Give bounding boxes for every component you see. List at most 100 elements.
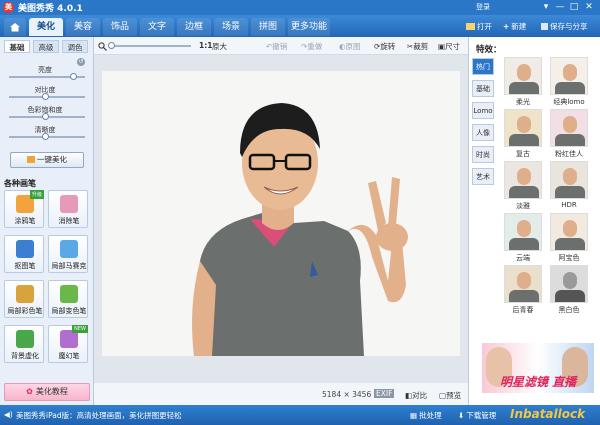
- effect-thumbnail[interactable]: [550, 265, 588, 303]
- download-icon: ⬇: [458, 411, 465, 420]
- brush-icon: [60, 195, 78, 213]
- effect-category[interactable]: 时尚: [472, 146, 494, 163]
- brush-tool[interactable]: 局部彩色笔: [4, 280, 44, 318]
- tab-border[interactable]: 边框: [177, 18, 211, 36]
- effect-thumbnail[interactable]: [550, 161, 588, 199]
- effect-thumbnail[interactable]: [550, 213, 588, 251]
- thumb-head: [517, 220, 531, 237]
- effect-category[interactable]: 基础: [472, 80, 494, 97]
- tool-badge: 升级: [29, 190, 44, 199]
- speaker-icon: ◀): [4, 410, 13, 419]
- effect-thumbnail[interactable]: [504, 213, 542, 251]
- brush-tool[interactable]: 抠图笔: [4, 235, 44, 273]
- zoom-icon[interactable]: [98, 42, 107, 51]
- app-title: 美图秀秀 4.0.1: [18, 4, 83, 14]
- slider-handle[interactable]: [42, 93, 50, 100]
- tab-text[interactable]: 文字: [140, 18, 174, 36]
- one-key-beautify-button[interactable]: 一键美化: [10, 152, 84, 168]
- undo-label: 撤销: [272, 42, 288, 51]
- exif-button[interactable]: EXIF: [374, 389, 395, 398]
- crop-button[interactable]: ✂裁剪: [407, 41, 428, 52]
- tab-face[interactable]: 美容: [66, 18, 100, 36]
- tab-scene[interactable]: 场景: [214, 18, 248, 36]
- slider-handle[interactable]: [42, 133, 50, 140]
- preview-button[interactable]: ▢预览: [439, 390, 461, 401]
- close-button[interactable]: ✕: [583, 1, 595, 13]
- home-icon: [10, 23, 20, 32]
- size-label: 尺寸: [445, 42, 461, 51]
- subtab-color[interactable]: 调色: [62, 40, 88, 53]
- brush-label: 涂鸦笔: [14, 217, 36, 225]
- ad-banner[interactable]: 明星滤镜 直播: [482, 343, 594, 393]
- thumb-body: [555, 82, 585, 94]
- zoom-ratio[interactable]: 1:1: [199, 41, 212, 50]
- effect-thumbnail[interactable]: [550, 109, 588, 147]
- crop-label: 裁剪: [413, 42, 429, 51]
- effect-label: 云端: [516, 254, 530, 262]
- effect-category[interactable]: 艺术: [472, 168, 494, 185]
- size-button[interactable]: ▣尺寸: [438, 41, 460, 52]
- new-button[interactable]: + 新建: [503, 21, 526, 32]
- folder-icon: [466, 23, 475, 30]
- brush-tool[interactable]: 局部马赛克: [48, 235, 88, 273]
- slider-handle[interactable]: [42, 113, 50, 120]
- compare-button[interactable]: ◧对比: [405, 390, 427, 401]
- one-key-label: 一键美化: [37, 155, 67, 164]
- effect-thumbnail[interactable]: [504, 265, 542, 303]
- edited-photo[interactable]: [102, 71, 460, 356]
- tutorial-label: 美化教程: [35, 387, 68, 396]
- thumb-head: [517, 272, 531, 289]
- brush-tool[interactable]: 消除笔: [48, 190, 88, 228]
- subtab-advanced[interactable]: 高级: [33, 40, 59, 53]
- image-canvas[interactable]: [94, 55, 468, 383]
- slider-handle[interactable]: [69, 73, 77, 80]
- batch-button[interactable]: ▦ 批处理: [410, 410, 442, 421]
- effect-thumbnail[interactable]: [504, 57, 542, 95]
- undo-button[interactable]: ↶撤销: [266, 41, 287, 52]
- effect-label: HDR: [561, 201, 577, 209]
- announcement-text[interactable]: 美图秀秀iPad版：高清处理画面，美化拼图更轻松: [16, 410, 182, 421]
- brush-label: 局部马赛克: [51, 262, 87, 270]
- save-share-button[interactable]: 保存与分享: [541, 21, 588, 32]
- effect-category[interactable]: 热门: [472, 58, 494, 75]
- brush-icon: [16, 285, 34, 303]
- effect-label: 复古: [516, 150, 530, 158]
- minimize-button[interactable]: —: [554, 1, 566, 13]
- zoom-slider-handle[interactable]: [108, 42, 115, 49]
- maximize-button[interactable]: □: [568, 1, 580, 13]
- subtab-basic[interactable]: 基础: [4, 40, 30, 53]
- thumb-body: [509, 238, 539, 250]
- tab-accessories[interactable]: 饰品: [103, 18, 137, 36]
- brush-tool[interactable]: 魔幻笔 NEW: [48, 325, 88, 363]
- effect-category[interactable]: Lomo: [472, 102, 494, 119]
- effect-thumbnail[interactable]: [550, 57, 588, 95]
- brush-tool[interactable]: 涂鸦笔 升级: [4, 190, 44, 228]
- tab-beautify[interactable]: 美化: [29, 18, 63, 36]
- home-tab[interactable]: [4, 18, 26, 36]
- original-size-button[interactable]: 原大: [212, 41, 227, 52]
- tutorial-button[interactable]: ✿ 美化教程: [4, 383, 90, 401]
- rotate-button[interactable]: ⟳旋转: [374, 41, 395, 52]
- thumb-head: [563, 220, 577, 237]
- tab-collage[interactable]: 拼图: [251, 18, 285, 36]
- thumb-body: [509, 186, 539, 198]
- title-links: 登录: [476, 2, 500, 12]
- redo-button[interactable]: ↷重做: [301, 41, 322, 52]
- effect-thumbnail[interactable]: [504, 161, 542, 199]
- thumb-head: [517, 116, 531, 133]
- tab-more[interactable]: 更多功能 ▾: [288, 18, 330, 50]
- save-share-label: 保存与分享: [550, 22, 588, 31]
- brush-tool[interactable]: 局部变色笔: [48, 280, 88, 318]
- effect-label: 淡雅: [516, 202, 530, 210]
- compare-label: 对比: [412, 391, 428, 400]
- effect-thumbnail[interactable]: [504, 109, 542, 147]
- effect-category[interactable]: 人像: [472, 124, 494, 141]
- zoom-slider[interactable]: [111, 45, 191, 47]
- original-image-button[interactable]: ◐原图: [339, 41, 361, 52]
- download-manager-button[interactable]: ⬇ 下载管理: [458, 410, 496, 421]
- portrait-illustration: [102, 71, 460, 356]
- login-link[interactable]: 登录: [476, 3, 490, 11]
- menu-arrow-button[interactable]: ▾: [540, 1, 552, 13]
- brush-tool[interactable]: 背景虚化: [4, 325, 44, 363]
- open-button[interactable]: 打开: [466, 21, 492, 32]
